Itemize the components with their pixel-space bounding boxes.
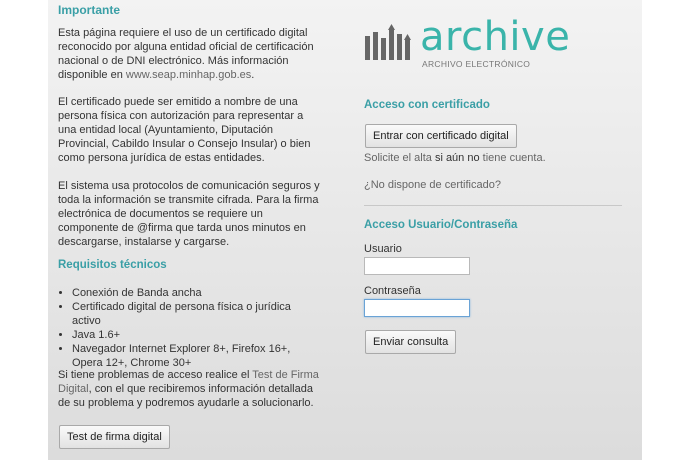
representation-paragraph: El certificado puede ser emitido a nombr…	[58, 96, 311, 164]
problems-paragraph: Si tiene problemas de acceso realice el …	[58, 368, 320, 410]
important-heading: Importante	[58, 3, 121, 17]
register-link[interactable]: Solicite el alta	[364, 152, 432, 164]
password-label: Contraseña	[364, 285, 421, 297]
seap-link[interactable]: www.seap.minhap.gob.es	[126, 69, 251, 81]
requirement-item: Conexión de Banda ancha	[72, 286, 322, 300]
cert-info-paragraph: Esta página requiere el uso de un certif…	[58, 26, 320, 82]
no-cert-link[interactable]: ¿No dispone de certificado?	[364, 178, 501, 192]
submit-button[interactable]: Enviar consulta	[365, 330, 457, 354]
requirements-heading: Requisitos técnicos	[58, 259, 167, 271]
cert-login-button[interactable]: Entrar con certificado digital	[365, 124, 517, 148]
section-divider	[364, 205, 622, 206]
logo-wordmark: archive	[420, 14, 571, 60]
password-input[interactable]	[364, 299, 470, 317]
content-panel: Importante Esta página requiere el uso d…	[48, 0, 642, 460]
username-input[interactable]	[364, 257, 470, 275]
requirement-item: Navegador Internet Explorer 8+, Firefox …	[72, 342, 322, 370]
problems-text-end: , con el que recibiremos información det…	[58, 383, 314, 409]
problems-text: Si tiene problemas de acceso realice el	[58, 369, 250, 381]
cert-info-end: .	[251, 69, 255, 81]
username-label: Usuario	[364, 243, 402, 255]
user-access-heading: Acceso Usuario/Contraseña	[364, 219, 518, 231]
security-paragraph: El sistema usa protocolos de comunicació…	[58, 180, 320, 248]
requirement-item: Java 1.6+	[72, 328, 322, 342]
register-end: tiene cuenta.	[482, 152, 546, 164]
requirement-item: Certificado digital de persona física o …	[72, 300, 322, 328]
requirements-list: Conexión de Banda ancha Certificado digi…	[58, 286, 322, 370]
logo-subtitle: ARCHIVO ELECTRÓNICO	[422, 59, 531, 69]
register-bold: si aún no	[434, 152, 480, 164]
register-text: Solicite el alta si aún no tiene cuenta.	[364, 151, 546, 165]
archive-bars-icon	[365, 24, 411, 60]
cert-access-heading: Acceso con certificado	[364, 99, 490, 111]
test-firma-button[interactable]: Test de firma digital	[59, 425, 170, 449]
archive-logo: archive ARCHIVO ELECTRÓNICO	[364, 14, 584, 74]
